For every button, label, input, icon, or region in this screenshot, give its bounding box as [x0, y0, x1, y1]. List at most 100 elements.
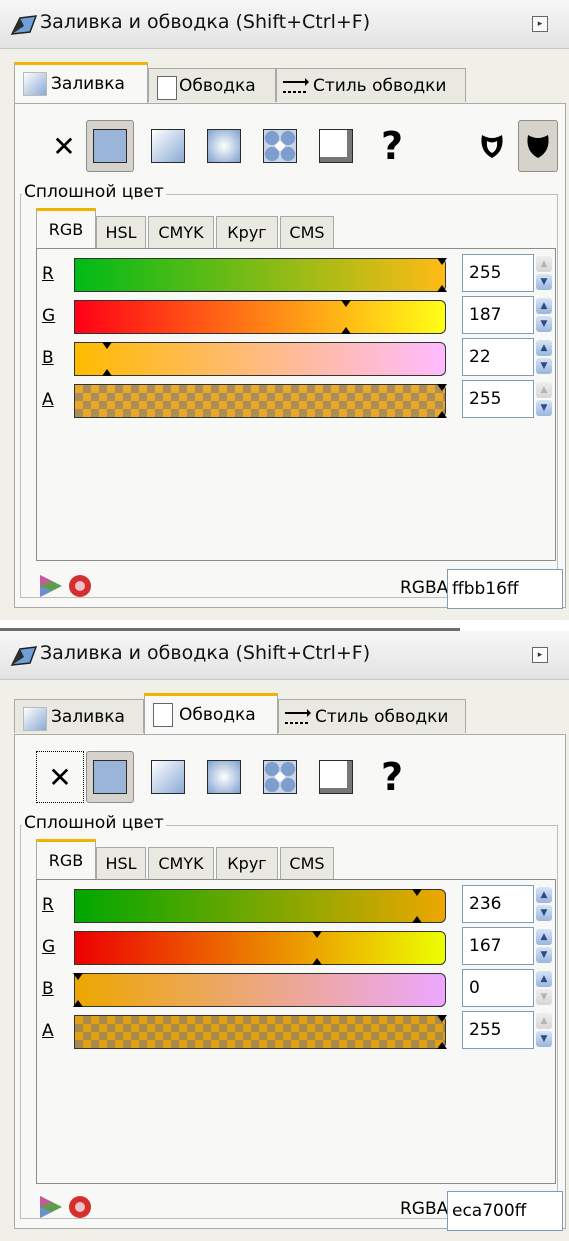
spin-a[interactable]: 255	[462, 1011, 534, 1049]
tab-cmyk[interactable]: CMYK	[148, 847, 214, 879]
chevron-down-icon[interactable]: ▼	[536, 905, 552, 921]
panel-titlebar[interactable]: Заливка и обводка (Shift+Ctrl+F) ▸	[0, 631, 569, 680]
slider-r[interactable]	[74, 889, 446, 923]
slider-thumb-top[interactable]	[412, 889, 423, 896]
chevron-down-icon[interactable]: ▼	[536, 400, 552, 416]
slider-b[interactable]	[74, 342, 446, 376]
chevron-up-icon[interactable]: ▲	[536, 298, 552, 314]
chevron-up-icon[interactable]: ▲	[536, 887, 552, 903]
panel-menu-button[interactable]: ▸	[532, 16, 548, 32]
fill-rule-evenodd-button[interactable]	[472, 120, 512, 172]
fill-rule-nonzero-button[interactable]	[518, 120, 558, 172]
spin-b[interactable]: 22	[462, 338, 534, 376]
radial-gradient-button[interactable]	[200, 751, 248, 803]
rgba-input[interactable]: ffbb16ff	[447, 569, 563, 609]
slider-a[interactable]	[74, 1015, 447, 1049]
spin-r-arrows[interactable]: ▲ ▼	[534, 254, 554, 292]
spin-b-arrows[interactable]: ▲ ▼	[534, 969, 554, 1007]
flat-color-button[interactable]	[86, 120, 134, 172]
swatch-button[interactable]	[312, 120, 360, 172]
tab-cms[interactable]: CMS	[280, 847, 334, 879]
slider-thumb-top[interactable]	[437, 258, 447, 265]
slider-g[interactable]	[74, 300, 446, 334]
tab-cmyk[interactable]: CMYK	[148, 216, 214, 248]
chevron-up-icon[interactable]: ▲	[536, 382, 552, 398]
slider-thumb-top[interactable]	[73, 973, 83, 980]
spin-a-arrows[interactable]: ▲ ▼	[534, 380, 554, 418]
radial-gradient-button[interactable]	[200, 120, 248, 172]
tab-cms[interactable]: CMS	[280, 216, 334, 248]
slider-thumb-top[interactable]	[101, 342, 112, 349]
close-icon: ✕	[48, 760, 72, 794]
chevron-down-icon[interactable]: ▼	[536, 274, 552, 290]
chevron-down-icon[interactable]: ▼	[536, 358, 552, 374]
panel-menu-button[interactable]: ▸	[532, 647, 548, 663]
tab-fill[interactable]: Заливка	[14, 699, 144, 733]
linear-gradient-button[interactable]	[144, 120, 192, 172]
tab-rgb[interactable]: RGB	[36, 839, 96, 881]
linear-gradient-button[interactable]	[144, 751, 192, 803]
tab-wheel[interactable]: Круг	[216, 847, 278, 879]
spin-g-arrows[interactable]: ▲ ▼	[534, 927, 554, 965]
spin-r-arrows[interactable]: ▲ ▼	[534, 885, 554, 923]
tab-stroke-style[interactable]: Стиль обводки	[276, 68, 466, 102]
spin-r[interactable]: 255	[462, 254, 534, 292]
chevron-up-icon[interactable]: ▲	[536, 256, 552, 272]
color-profile-icon[interactable]	[40, 1196, 62, 1218]
tab-hsl[interactable]: HSL	[96, 847, 146, 879]
chevron-up-icon[interactable]: ▲	[536, 340, 552, 356]
slider-thumb-bottom[interactable]	[437, 411, 447, 418]
chevron-up-icon[interactable]: ▲	[536, 971, 552, 987]
pattern-button[interactable]	[256, 751, 304, 803]
slider-thumb-bottom[interactable]	[341, 327, 352, 334]
chevron-down-icon[interactable]: ▼	[536, 989, 552, 1005]
spin-r[interactable]: 236	[462, 885, 534, 923]
slider-thumb-bottom[interactable]	[412, 916, 423, 923]
spin-g[interactable]: 187	[462, 296, 534, 334]
tab-fill[interactable]: Заливка	[14, 62, 148, 104]
slider-thumb-top[interactable]	[341, 300, 352, 307]
slider-a[interactable]	[74, 384, 447, 418]
rgba-input[interactable]: eca700ff	[447, 1191, 563, 1231]
spin-a[interactable]: 255	[462, 380, 534, 418]
slider-thumb-bottom[interactable]	[437, 285, 447, 292]
tab-stroke-style[interactable]: Стиль обводки	[278, 699, 466, 733]
slider-thumb-top[interactable]	[437, 384, 447, 391]
chevron-up-icon[interactable]: ▲	[536, 929, 552, 945]
chevron-down-icon[interactable]: ▼	[536, 316, 552, 332]
out-of-gamut-icon[interactable]	[69, 1196, 91, 1218]
no-paint-button[interactable]: ✕	[36, 751, 84, 803]
chevron-down-icon[interactable]: ▼	[536, 947, 552, 963]
slider-g[interactable]	[74, 931, 446, 965]
chevron-up-icon[interactable]: ▲	[536, 1013, 552, 1029]
slider-thumb-bottom[interactable]	[101, 369, 112, 376]
spin-a-arrows[interactable]: ▲ ▼	[534, 1011, 554, 1049]
slider-r[interactable]	[74, 258, 447, 292]
unset-paint-button[interactable]: ?	[368, 751, 416, 803]
spin-g-arrows[interactable]: ▲ ▼	[534, 296, 554, 334]
slider-thumb-bottom[interactable]	[437, 1042, 447, 1049]
tab-rgb[interactable]: RGB	[36, 208, 96, 250]
spin-g[interactable]: 167	[462, 927, 534, 965]
flat-color-button[interactable]	[86, 751, 134, 803]
panel-titlebar[interactable]: Заливка и обводка (Shift+Ctrl+F) ▸	[0, 0, 569, 49]
pattern-button[interactable]	[256, 120, 304, 172]
tab-stroke-paint[interactable]: Обводка	[148, 68, 276, 102]
color-profile-icon[interactable]	[40, 575, 62, 597]
spin-b[interactable]: 0	[462, 969, 534, 1007]
chevron-down-icon[interactable]: ▼	[536, 1031, 552, 1047]
spin-b-arrows[interactable]: ▲ ▼	[534, 338, 554, 376]
slider-thumb-top[interactable]	[312, 931, 323, 938]
flat-color-icon	[93, 129, 127, 163]
tab-stroke-paint[interactable]: Обводка	[144, 693, 278, 735]
slider-thumb-top[interactable]	[437, 1015, 447, 1022]
slider-b[interactable]	[73, 973, 446, 1007]
no-paint-button[interactable]: ✕	[40, 120, 88, 172]
slider-thumb-bottom[interactable]	[73, 1000, 83, 1007]
slider-thumb-bottom[interactable]	[312, 958, 323, 965]
swatch-button[interactable]	[312, 751, 360, 803]
out-of-gamut-icon[interactable]	[69, 575, 91, 597]
unset-paint-button[interactable]: ?	[368, 120, 416, 172]
tab-wheel[interactable]: Круг	[216, 216, 278, 248]
tab-hsl[interactable]: HSL	[96, 216, 146, 248]
